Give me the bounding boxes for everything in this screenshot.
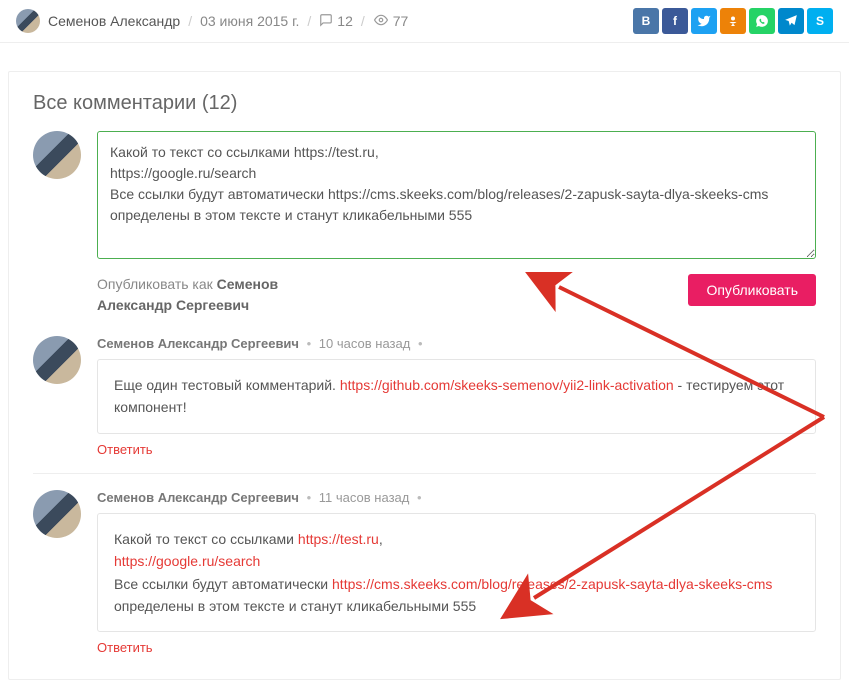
separator-dot: • xyxy=(418,336,423,351)
separator: / xyxy=(361,13,365,29)
form-footer: Опубликовать как Семенов Александр Серге… xyxy=(97,274,816,316)
share-skype[interactable]: S xyxy=(807,8,833,34)
reply-link[interactable]: Ответить xyxy=(97,442,153,457)
comments-panel: Все комментарии (12) Опубликовать как Се… xyxy=(8,71,841,680)
share-ok[interactable] xyxy=(720,8,746,34)
post-meta-bar: Семенов Александр / 03 июня 2015 г. / 12… xyxy=(0,0,849,43)
share-vk[interactable]: B xyxy=(633,8,659,34)
comment-text: Какой то текст со ссылками https://test.… xyxy=(97,513,816,633)
share-whatsapp[interactable] xyxy=(749,8,775,34)
post-date: 03 июня 2015 г. xyxy=(200,13,299,29)
comment-form: Опубликовать как Семенов Александр Серге… xyxy=(33,131,816,316)
publish-button[interactable]: Опубликовать xyxy=(688,274,816,306)
separator-dot: • xyxy=(417,490,422,505)
comment-author[interactable]: Семенов Александр Сергеевич xyxy=(97,490,299,505)
share-buttons: B f S xyxy=(633,8,833,34)
separator-dot: • xyxy=(307,490,312,505)
comment-item: Семенов Александр Сергеевич • 11 часов н… xyxy=(33,490,816,656)
user-avatar[interactable] xyxy=(33,131,81,179)
comment-link[interactable]: https://google.ru/search xyxy=(114,553,260,569)
views-count: 77 xyxy=(373,13,409,30)
author-avatar-small[interactable] xyxy=(16,9,40,33)
comment-header: Семенов Александр Сергеевич • 11 часов н… xyxy=(97,490,816,505)
separator: / xyxy=(188,13,192,29)
comment-time: 10 часов назад xyxy=(319,336,411,351)
divider xyxy=(33,473,816,474)
comment-body: Семенов Александр Сергеевич • 11 часов н… xyxy=(97,490,816,656)
author-name[interactable]: Семенов Александр xyxy=(48,13,180,29)
comment-header: Семенов Александр Сергеевич • 10 часов н… xyxy=(97,336,816,351)
form-body: Опубликовать как Семенов Александр Серге… xyxy=(97,131,816,316)
comment-item: Семенов Александр Сергеевич • 10 часов н… xyxy=(33,336,816,457)
eye-icon xyxy=(373,13,389,30)
comment-body: Семенов Александр Сергеевич • 10 часов н… xyxy=(97,336,816,457)
share-telegram[interactable] xyxy=(778,8,804,34)
separator: / xyxy=(307,13,311,29)
comments-title: Все комментарии (12) xyxy=(33,92,816,115)
comment-textarea[interactable] xyxy=(97,131,816,259)
comment-author[interactable]: Семенов Александр Сергеевич xyxy=(97,336,299,351)
comment-time: 11 часов назад xyxy=(319,490,410,505)
commenter-avatar[interactable] xyxy=(33,336,81,384)
comments-count[interactable]: 12 xyxy=(319,13,353,30)
comment-text: Еще один тестовый комментарий. https://g… xyxy=(97,359,816,434)
comment-link[interactable]: https://cms.skeeks.com/blog/releases/2-z… xyxy=(332,576,772,592)
publish-as-label: Опубликовать как Семенов Александр Серге… xyxy=(97,274,357,316)
comment-icon xyxy=(319,13,333,30)
share-facebook[interactable]: f xyxy=(662,8,688,34)
comment-link[interactable]: https://test.ru xyxy=(298,531,379,547)
commenter-avatar[interactable] xyxy=(33,490,81,538)
reply-link[interactable]: Ответить xyxy=(97,640,153,655)
share-twitter[interactable] xyxy=(691,8,717,34)
comment-link[interactable]: https://github.com/skeeks-semenov/yii2-l… xyxy=(340,377,674,393)
separator-dot: • xyxy=(307,336,312,351)
post-meta-left: Семенов Александр / 03 июня 2015 г. / 12… xyxy=(16,9,633,33)
